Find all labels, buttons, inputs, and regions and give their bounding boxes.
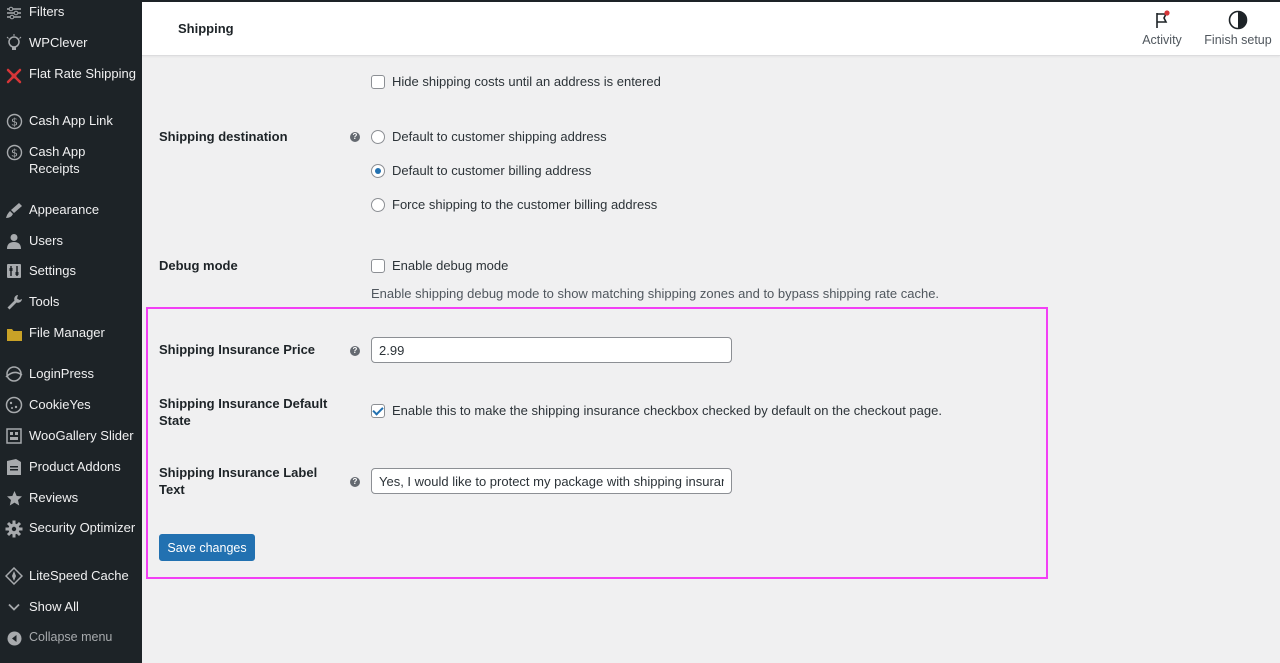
sidebar-item-label: Users — [29, 233, 63, 248]
sidebar-item-label: Security Optimizer — [29, 520, 136, 535]
debug-mode-checkbox-label: Enable debug mode — [392, 258, 509, 273]
collapse-icon — [5, 629, 23, 647]
finish-setup-label: Finish setup — [1204, 33, 1272, 47]
wpclever-icon — [5, 34, 23, 52]
sidebar-item-product-addons[interactable]: Product Addons — [0, 458, 142, 476]
flag-icon — [1152, 10, 1172, 30]
chevron-down-icon — [5, 598, 23, 616]
admin-sidebar: Filters WPClever Flat Rate Shipping $ Ca… — [0, 0, 142, 663]
help-icon[interactable]: ? — [350, 477, 360, 487]
sidebar-item-flat-rate-shipping[interactable]: Flat Rate Shipping — [0, 65, 142, 99]
sidebar-item-label: LoginPress — [29, 366, 95, 381]
shipping-destination-label: Shipping destination — [159, 129, 288, 144]
svg-text:$: $ — [11, 146, 18, 159]
sidebar-item-settings[interactable]: Settings — [0, 262, 142, 280]
radio-force-billing-label: Force shipping to the customer billing a… — [392, 197, 658, 212]
sidebar-item-litespeed-cache[interactable]: LiteSpeed Cache — [0, 567, 142, 585]
addons-icon — [5, 458, 23, 476]
insurance-default-state-label: Shipping Insurance Default State — [159, 396, 328, 428]
radio-shipping-address-label: Default to customer shipping address — [392, 129, 607, 144]
sidebar-item-label: LiteSpeed Cache — [29, 568, 129, 583]
sidebar-item-label: Appearance — [29, 202, 100, 217]
users-icon — [5, 232, 23, 250]
sidebar-item-label: WooGallery Slider — [29, 428, 134, 443]
sidebar-item-label: Tools — [29, 294, 60, 309]
radio-billing-address[interactable] — [371, 164, 385, 178]
sidebar-item-label: Show All — [29, 599, 79, 614]
sidebar-item-file-manager[interactable]: File Manager — [0, 324, 142, 342]
radio-force-billing[interactable] — [371, 198, 385, 212]
top-edge — [142, 0, 1280, 2]
wrench-icon — [5, 293, 23, 311]
diamond-icon — [5, 567, 23, 585]
sidebar-item-appearance[interactable]: Appearance — [0, 201, 142, 219]
loginpress-icon — [5, 365, 23, 383]
paintbrush-icon — [5, 201, 23, 219]
star-icon — [5, 489, 23, 507]
sidebar-item-cash-app-link[interactable]: $ Cash App Link — [0, 112, 142, 130]
insurance-label-text-input[interactable] — [371, 468, 732, 494]
sidebar-item-label: Settings — [29, 263, 76, 278]
sidebar-item-cash-app-receipts[interactable]: $ Cash App Receipts — [0, 143, 142, 177]
sidebar-item-woogallery-slider[interactable]: WooGallery Slider — [0, 427, 142, 445]
collapse-menu-button[interactable]: Collapse menu — [0, 628, 142, 646]
hide-shipping-costs-checkbox[interactable] — [371, 75, 385, 89]
sidebar-item-label: Reviews — [29, 490, 79, 505]
sidebar-item-label: File Manager — [29, 325, 105, 340]
sidebar-item-security-optimizer[interactable]: Security Optimizer — [0, 519, 142, 553]
dollar-icon: $ — [5, 112, 23, 130]
cookie-icon — [5, 396, 23, 414]
debug-mode-description: Enable shipping debug mode to show match… — [371, 286, 940, 301]
svg-text:$: $ — [11, 115, 18, 128]
collapse-menu-label: Collapse menu — [29, 630, 113, 644]
activity-label: Activity — [1142, 33, 1182, 47]
sidebar-item-label: WPClever — [29, 35, 88, 50]
sidebar-item-users[interactable]: Users — [0, 232, 142, 250]
dollar-icon: $ — [5, 143, 23, 161]
activity-button[interactable]: Activity — [1132, 10, 1192, 47]
folder-icon — [5, 325, 23, 343]
finish-setup-button[interactable]: Finish setup — [1200, 10, 1276, 47]
debug-mode-checkbox[interactable] — [371, 259, 385, 273]
sidebar-item-label: Filters — [29, 4, 65, 19]
woocommerce-header: Shipping Activity Finish setup — [142, 0, 1280, 56]
save-changes-button[interactable]: Save changes — [159, 534, 255, 561]
sidebar-item-filters[interactable]: Filters — [0, 3, 142, 21]
insurance-label-text-label: Shipping Insurance Label Text — [159, 465, 318, 497]
sidebar-item-label: Cash App Link — [29, 113, 113, 128]
radio-billing-address-label: Default to customer billing address — [392, 163, 592, 178]
sidebar-item-label: Cash App Receipts — [29, 144, 86, 176]
flat-rate-icon — [5, 67, 23, 85]
help-icon[interactable]: ? — [350, 132, 360, 142]
insurance-default-state-checkbox-label: Enable this to make the shipping insuran… — [392, 403, 942, 418]
gallery-icon — [5, 427, 23, 445]
sidebar-item-cookieyes[interactable]: CookieYes — [0, 396, 142, 414]
sidebar-item-show-all[interactable]: Show All — [0, 598, 142, 616]
sidebar-item-loginpress[interactable]: LoginPress — [0, 365, 142, 383]
sidebar-item-label: Product Addons — [29, 459, 121, 474]
sidebar-item-reviews[interactable]: Reviews — [0, 489, 142, 507]
insurance-price-label: Shipping Insurance Price — [159, 342, 316, 357]
sidebar-item-wpclever[interactable]: WPClever — [0, 34, 142, 52]
insurance-default-state-checkbox[interactable] — [371, 404, 385, 418]
progress-circle-icon — [1228, 10, 1248, 30]
sidebar-item-tools[interactable]: Tools — [0, 293, 142, 311]
help-icon[interactable]: ? — [350, 346, 360, 356]
gear-icon — [5, 520, 23, 538]
filters-icon — [5, 4, 23, 22]
radio-shipping-address[interactable] — [371, 130, 385, 144]
sidebar-item-label: Flat Rate Shipping — [29, 66, 136, 81]
page-title: Shipping — [178, 21, 234, 36]
hide-shipping-costs-label: Hide shipping costs until an address is … — [392, 74, 661, 89]
sidebar-item-label: CookieYes — [29, 397, 91, 412]
settings-icon — [5, 262, 23, 280]
debug-mode-label: Debug mode — [159, 258, 238, 273]
insurance-price-input[interactable] — [371, 337, 732, 363]
